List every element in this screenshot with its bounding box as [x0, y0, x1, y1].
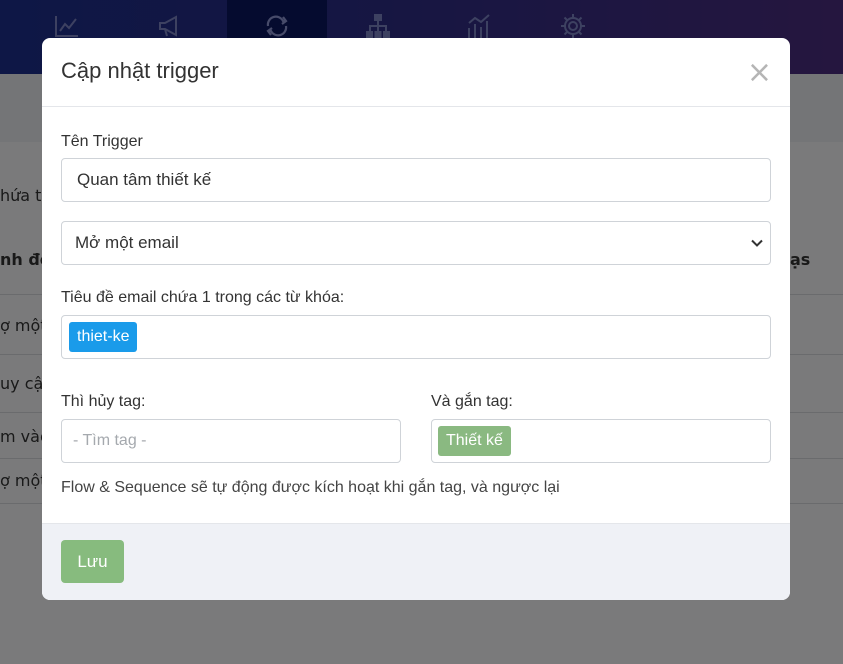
keywords-label: Tiêu đề email chứa 1 trong các từ khóa: — [61, 289, 345, 306]
save-button[interactable]: Lưu — [61, 540, 124, 583]
event-type-selected: Mở một email — [75, 233, 179, 252]
trigger-name-label: Tên Trigger — [61, 133, 143, 150]
chevron-down-icon — [751, 239, 763, 247]
trigger-name-value: Quan tâm thiết kế — [77, 170, 212, 189]
keywords-tag-input[interactable]: thiet-ke — [61, 315, 771, 359]
event-type-select[interactable]: Mở một email — [61, 221, 771, 265]
add-tag-label: Và gắn tag: — [431, 393, 513, 410]
modal-footer: Lưu — [42, 523, 790, 600]
remove-tag-placeholder: - Tìm tag - — [73, 432, 147, 449]
update-trigger-modal: Cập nhật trigger × Tên Trigger Quan tâm … — [42, 38, 790, 600]
add-tag-chip[interactable]: Thiết kế — [438, 426, 511, 456]
add-tag-input[interactable]: Thiết kế — [431, 419, 771, 463]
hint-text: Flow & Sequence sẽ tự động được kích hoạ… — [61, 479, 560, 496]
modal-header: Cập nhật trigger × — [42, 38, 790, 107]
modal-title: Cập nhật trigger — [61, 58, 219, 83]
trigger-name-input[interactable]: Quan tâm thiết kế — [61, 158, 771, 202]
keyword-tag[interactable]: thiet-ke — [69, 322, 138, 352]
remove-tag-label: Thì hủy tag: — [61, 393, 146, 410]
close-icon[interactable]: × — [747, 58, 772, 88]
remove-tag-search-input[interactable]: - Tìm tag - — [61, 419, 401, 463]
